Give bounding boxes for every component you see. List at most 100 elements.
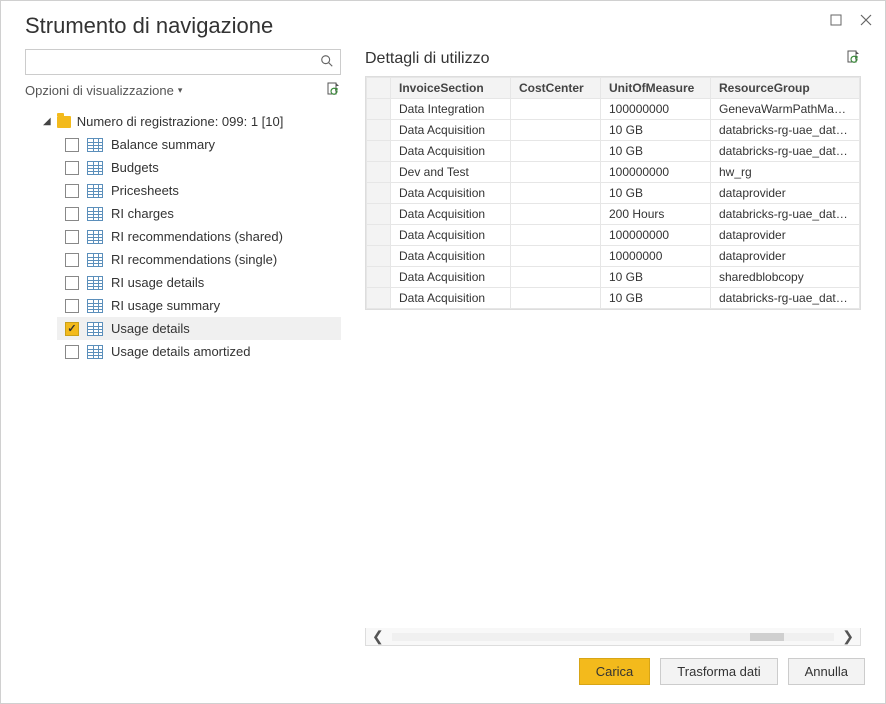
cell: databricks-rg-uae_databricks- — [711, 204, 860, 225]
tree-item[interactable]: Pricesheets — [57, 179, 341, 202]
table-icon — [87, 161, 103, 175]
display-options-label: Opzioni di visualizzazione — [25, 83, 174, 98]
tree-root-label: Numero di registrazione: 099: 1 [10] — [77, 114, 284, 129]
table-row[interactable]: Data Acquisition10 GBdatabricks-rg-uae_d… — [367, 288, 860, 309]
cell: Data Integration — [391, 99, 511, 120]
cell: dataprovider — [711, 183, 860, 204]
display-options-dropdown[interactable]: Opzioni di visualizzazione ▾ — [25, 83, 182, 98]
row-number-cell — [367, 246, 391, 267]
tree-item-label: Budgets — [111, 160, 159, 175]
cell: databricks-rg-uae_databricks- — [711, 141, 860, 162]
search-box[interactable] — [25, 49, 341, 75]
tree-item[interactable]: Balance summary — [57, 133, 341, 156]
tree-item[interactable]: RI charges — [57, 202, 341, 225]
cell: 200 Hours — [601, 204, 711, 225]
column-header[interactable]: UnitOfMeasure — [601, 78, 711, 99]
row-number-cell — [367, 204, 391, 225]
right-panel: Dettagli di utilizzo InvoiceSectionCostC… — [365, 49, 861, 646]
table-row[interactable]: Dev and Test100000000hw_rg — [367, 162, 860, 183]
row-number-header — [367, 78, 391, 99]
cell — [511, 99, 601, 120]
tree-item-label: Usage details amortized — [111, 344, 250, 359]
tree-root-node[interactable]: ◢ Numero di registrazione: 099: 1 [10] — [25, 110, 341, 133]
checkbox[interactable] — [65, 230, 79, 244]
tree-item-label: RI usage summary — [111, 298, 220, 313]
checkbox[interactable] — [65, 138, 79, 152]
checkbox[interactable] — [65, 207, 79, 221]
row-number-cell — [367, 183, 391, 204]
titlebar: Strumento di navigazione — [1, 1, 885, 39]
cell: 10 GB — [601, 120, 711, 141]
details-refresh-icon[interactable] — [845, 49, 861, 68]
tree-item-label: RI charges — [111, 206, 174, 221]
tree-item[interactable]: RI recommendations (shared) — [57, 225, 341, 248]
table-row[interactable]: Data Acquisition10 GBsharedblobcopy — [367, 267, 860, 288]
transform-data-button[interactable]: Trasforma dati — [660, 658, 777, 685]
checkbox[interactable] — [65, 299, 79, 313]
table-icon — [87, 345, 103, 359]
checkbox[interactable] — [65, 345, 79, 359]
cell: 10 GB — [601, 141, 711, 162]
maximize-button[interactable] — [829, 13, 843, 27]
table-row[interactable]: Data Acquisition200 Hoursdatabricks-rg-u… — [367, 204, 860, 225]
tree-item[interactable]: Budgets — [57, 156, 341, 179]
tree-item[interactable]: RI usage details — [57, 271, 341, 294]
cell — [511, 183, 601, 204]
row-number-cell — [367, 141, 391, 162]
cell: 10 GB — [601, 183, 711, 204]
table-row[interactable]: Data Integration100000000GenevaWarmPathM… — [367, 99, 860, 120]
search-input[interactable] — [32, 55, 320, 70]
left-panel: Opzioni di visualizzazione ▾ ◢ Numero di… — [25, 49, 365, 646]
table-icon — [87, 230, 103, 244]
tree-item[interactable]: RI usage summary — [57, 294, 341, 317]
table-row[interactable]: Data Acquisition10 GBdatabricks-rg-uae_d… — [367, 120, 860, 141]
table-row[interactable]: Data Acquisition10 GBdataprovider — [367, 183, 860, 204]
checkbox[interactable] — [65, 184, 79, 198]
scroll-track[interactable] — [392, 633, 835, 641]
scroll-thumb[interactable] — [750, 633, 784, 641]
table-icon — [87, 138, 103, 152]
cell: 100000000 — [601, 225, 711, 246]
folder-icon — [57, 116, 71, 128]
cell: Data Acquisition — [391, 120, 511, 141]
checkbox[interactable] — [65, 276, 79, 290]
checkbox[interactable] — [65, 253, 79, 267]
preview-table-wrap: InvoiceSectionCostCenterUnitOfMeasureRes… — [365, 76, 861, 310]
cell: 100000000 — [601, 99, 711, 120]
checkbox[interactable] — [65, 161, 79, 175]
caret-down-icon: ◢ — [43, 116, 51, 127]
cell — [511, 246, 601, 267]
cell — [511, 162, 601, 183]
close-button[interactable] — [859, 13, 873, 27]
refresh-icon[interactable] — [325, 81, 341, 100]
tree-item[interactable]: ✓Usage details — [57, 317, 341, 340]
column-header[interactable]: CostCenter — [511, 78, 601, 99]
scroll-left-icon[interactable]: ❮ — [372, 628, 384, 645]
cell: 10000000 — [601, 246, 711, 267]
cell — [511, 225, 601, 246]
row-number-cell — [367, 225, 391, 246]
cell: sharedblobcopy — [711, 267, 860, 288]
column-header[interactable]: ResourceGroup — [711, 78, 860, 99]
table-icon — [87, 184, 103, 198]
cell — [511, 120, 601, 141]
cell: 10 GB — [601, 267, 711, 288]
checkbox[interactable]: ✓ — [65, 322, 79, 336]
details-heading: Dettagli di utilizzo — [365, 50, 490, 68]
table-row[interactable]: Data Acquisition10000000dataprovider — [367, 246, 860, 267]
row-number-cell — [367, 267, 391, 288]
table-row[interactable]: Data Acquisition100000000dataprovider — [367, 225, 860, 246]
tree-item[interactable]: RI recommendations (single) — [57, 248, 341, 271]
preview-table: InvoiceSectionCostCenterUnitOfMeasureRes… — [366, 77, 860, 309]
table-row[interactable]: Data Acquisition10 GBdatabricks-rg-uae_d… — [367, 141, 860, 162]
tree-item[interactable]: Usage details amortized — [57, 340, 341, 363]
cell — [511, 141, 601, 162]
horizontal-scrollbar[interactable]: ❮ ❯ — [365, 628, 861, 646]
search-icon[interactable] — [320, 54, 334, 71]
load-button[interactable]: Carica — [579, 658, 651, 685]
chevron-down-icon: ▾ — [178, 85, 183, 96]
column-header[interactable]: InvoiceSection — [391, 78, 511, 99]
row-number-cell — [367, 288, 391, 309]
scroll-right-icon[interactable]: ❯ — [842, 628, 854, 645]
cancel-button[interactable]: Annulla — [788, 658, 865, 685]
